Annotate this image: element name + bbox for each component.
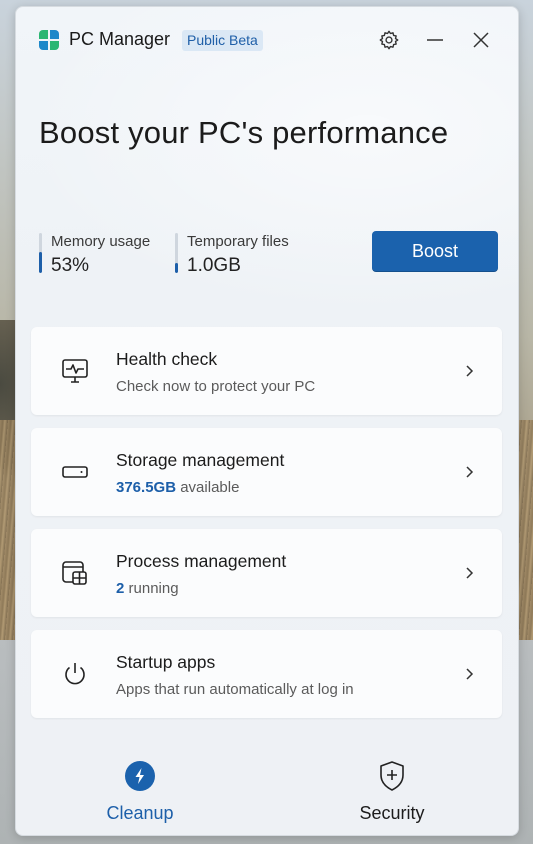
app-title: PC Manager: [69, 29, 171, 49]
health-check-card[interactable]: Health check Check now to protect your P…: [31, 327, 502, 415]
minimize-button[interactable]: [420, 25, 450, 55]
storage-available-value: 376.5GB: [116, 479, 177, 496]
nav-tab-cleanup[interactable]: Cleanup: [70, 759, 210, 824]
process-management-card[interactable]: Process management 2 running: [31, 529, 502, 617]
chevron-right-icon: [466, 567, 474, 579]
minimize-icon: [427, 39, 443, 41]
pc-manager-logo-icon: [39, 30, 59, 50]
page-headline: Boost your PC's performance: [39, 115, 449, 150]
card-title: Health check: [116, 349, 218, 369]
storage-management-card[interactable]: Storage management 376.5GB available: [31, 428, 502, 516]
card-subtitle: Apps that run automatically at log in: [116, 681, 354, 698]
card-subtitle-text: Apps that run automatically at log in: [116, 681, 354, 698]
startup-apps-card[interactable]: Startup apps Apps that run automatically…: [31, 630, 502, 718]
card-subtitle: Check now to protect your PC: [116, 378, 315, 395]
chevron-right-icon: [466, 466, 474, 478]
settings-button[interactable]: [374, 25, 404, 55]
nav-label-cleanup: Cleanup: [106, 803, 174, 823]
temporary-files-value: 1.0GB: [187, 255, 241, 276]
chevron-right-icon: [466, 365, 474, 377]
chevron-right-icon: [466, 668, 474, 680]
temporary-files-bar: [175, 233, 178, 273]
memory-usage-value: 53%: [51, 255, 90, 276]
health-monitor-icon: [62, 359, 88, 383]
card-subtitle-text: available: [176, 479, 240, 496]
temporary-files-label: Temporary files: [187, 233, 289, 250]
memory-usage-label: Memory usage: [51, 233, 151, 250]
process-window-icon: [62, 561, 87, 585]
cleanup-bolt-icon: [125, 761, 155, 791]
title-bar[interactable]: PC Manager Public Beta: [16, 7, 518, 67]
close-button[interactable]: [466, 25, 496, 55]
nav-tab-security[interactable]: Security: [322, 759, 462, 824]
boost-button[interactable]: Boost: [372, 231, 498, 271]
card-subtitle-text: Check now to protect your PC: [116, 378, 316, 395]
temporary-files-fill: [175, 263, 178, 273]
card-subtitle: 376.5GB available: [116, 479, 239, 496]
power-icon: [65, 663, 85, 685]
card-title: Storage management: [116, 450, 285, 470]
memory-usage-fill: [39, 251, 42, 273]
card-subtitle: 2 running: [116, 580, 179, 597]
storage-drive-icon: [62, 466, 88, 478]
shield-plus-icon: [380, 761, 404, 791]
card-title: Startup apps: [116, 652, 216, 672]
pc-manager-window: PC Manager Public Beta Boost your PC's p…: [15, 6, 519, 836]
public-beta-badge: Public Beta: [182, 30, 263, 51]
memory-usage-bar: [39, 233, 42, 273]
card-title: Process management: [116, 551, 287, 571]
card-subtitle-text: running: [124, 580, 179, 597]
gear-icon: [379, 30, 399, 50]
close-icon: [473, 32, 489, 48]
nav-label-security: Security: [359, 803, 425, 823]
